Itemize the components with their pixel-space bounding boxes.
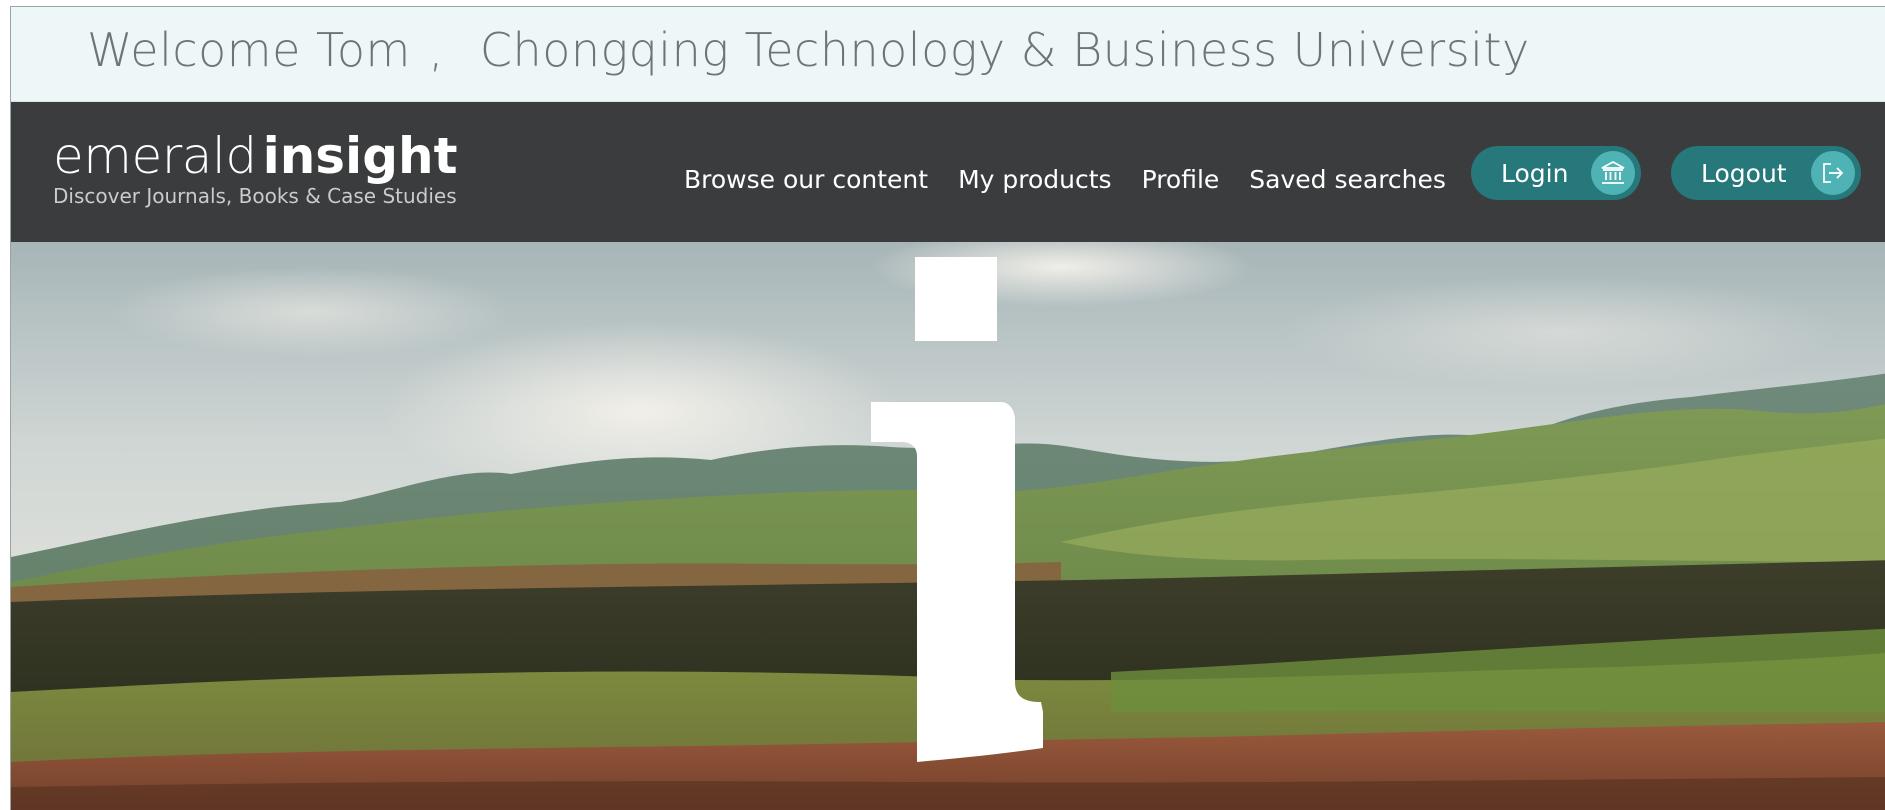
nav-browse-our-content[interactable]: Browse our content: [684, 165, 928, 194]
main-nav: Browse our content My products Profile S…: [684, 165, 1476, 194]
login-button[interactable]: Login: [1471, 146, 1641, 200]
logo-word-emerald: emerald: [53, 127, 257, 185]
logo-wordmark: emerald insight: [53, 130, 457, 182]
site-header: emerald insight Discover Journals, Books …: [11, 102, 1885, 242]
logo-tagline: Discover Journals, Books & Case Studies: [53, 184, 457, 208]
welcome-separator: ,: [428, 23, 444, 77]
welcome-message: Welcome Tom, Chongqing Technology & Busin…: [87, 23, 1530, 77]
logout-label: Logout: [1701, 158, 1787, 188]
page-frame: Welcome Tom, Chongqing Technology & Busin…: [10, 6, 1885, 810]
welcome-greeting: Welcome: [87, 23, 301, 77]
welcome-user-name: Tom: [316, 23, 411, 77]
institution-icon: [1591, 151, 1635, 195]
hero-banner: [11, 242, 1885, 810]
logout-arrow-icon: [1811, 151, 1855, 195]
welcome-bar: Welcome Tom, Chongqing Technology & Busin…: [11, 7, 1885, 102]
nav-my-products[interactable]: My products: [958, 165, 1112, 194]
nav-saved-searches[interactable]: Saved searches: [1249, 165, 1446, 194]
nav-profile[interactable]: Profile: [1142, 165, 1220, 194]
logout-button[interactable]: Logout: [1671, 146, 1861, 200]
emerald-insight-logo[interactable]: emerald insight Discover Journals, Books …: [53, 130, 457, 208]
institution-name: Chongqing Technology & Business Universi…: [479, 23, 1530, 77]
logo-word-insight: insight: [262, 127, 458, 185]
login-label: Login: [1501, 158, 1569, 188]
landscape-hills-photo: [11, 242, 1885, 810]
